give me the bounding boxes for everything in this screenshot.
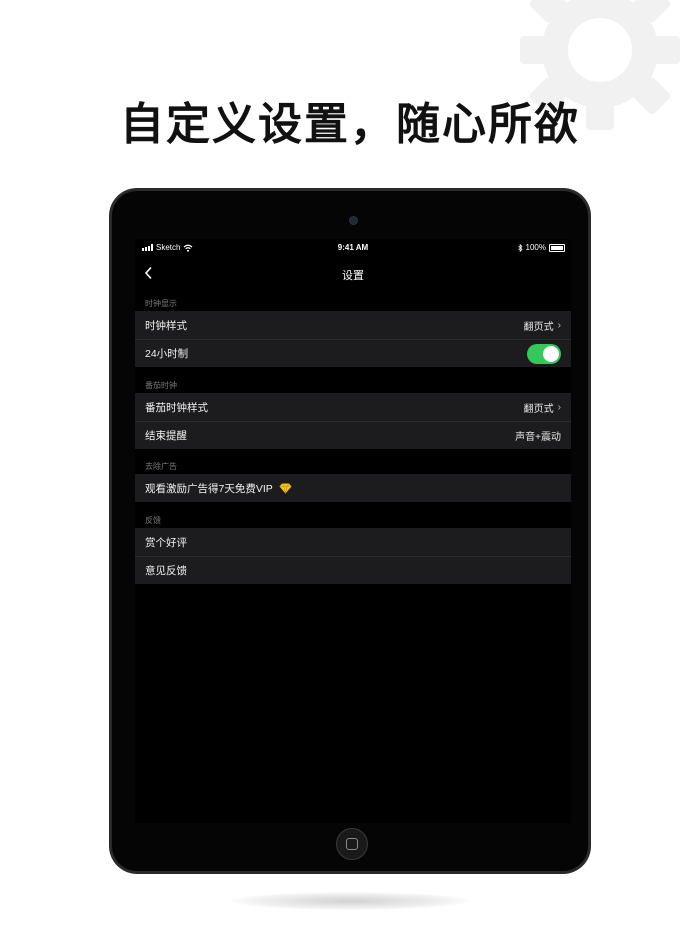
- row-value: 翻页式 ›: [524, 318, 561, 333]
- group-feedback: 赏个好评 意见反馈: [135, 528, 571, 584]
- row-watch-ad-vip[interactable]: 观看激励广告得7天免费VIP: [135, 474, 571, 502]
- row-clock-style[interactable]: 时钟样式 翻页式 ›: [135, 311, 571, 339]
- row-label: 观看激励广告得7天免费VIP: [145, 482, 273, 495]
- section-header-feedback: 反馈: [145, 516, 161, 525]
- home-square-icon: [346, 838, 358, 850]
- status-time: 9:41 AM: [337, 243, 369, 252]
- end-reminder-value: 声音+震动: [515, 432, 561, 443]
- status-bar: Sketch 9:41 AM 100%: [135, 243, 571, 257]
- page-title: 设置: [342, 270, 364, 282]
- battery-percent: 100%: [525, 243, 546, 252]
- chevron-right-icon: ›: [557, 319, 561, 331]
- nav-bar: 设置: [135, 263, 571, 283]
- row-end-reminder[interactable]: 结束提醒 声音+震动: [135, 421, 571, 449]
- section-header-remove-ads: 去除广告: [145, 462, 177, 471]
- section-header-clock: 时钟显示: [145, 299, 177, 308]
- toggle-knob: [543, 345, 559, 362]
- toggle-24-hour[interactable]: [527, 343, 561, 364]
- row-value: 翻页式 ›: [524, 400, 561, 415]
- tablet-frame: Sketch 9:41 AM 100% 设置 时钟显示 时钟样式 翻页式 › 2…: [109, 188, 591, 874]
- row-label: 赏个好评: [145, 536, 187, 549]
- row-pomodoro-style[interactable]: 番茄时钟样式 翻页式 ›: [135, 393, 571, 421]
- status-right: 100%: [517, 243, 565, 252]
- bluetooth-icon: [517, 243, 523, 252]
- headline: 自定义设置，随心所欲: [120, 99, 580, 150]
- clock-style-value: 翻页式: [523, 321, 554, 333]
- row-label: 时钟样式: [145, 319, 187, 332]
- row-feedback[interactable]: 意见反馈: [135, 556, 571, 584]
- chevron-right-icon: ›: [557, 401, 561, 413]
- row-24-hour: 24小时制: [135, 339, 571, 367]
- row-label: 结束提醒: [145, 430, 187, 442]
- home-button[interactable]: [336, 828, 368, 860]
- group-pomodoro: 番茄时钟样式 翻页式 › 结束提醒 声音+震动: [135, 393, 571, 449]
- device-shadow: [232, 892, 468, 910]
- row-label: 番茄时钟样式: [145, 401, 208, 414]
- row-label: 24小时制: [145, 348, 189, 360]
- row-label: 意见反馈: [145, 565, 187, 577]
- row-rate-app[interactable]: 赏个好评: [135, 528, 571, 556]
- battery-icon: [549, 243, 565, 252]
- group-clock: 时钟样式 翻页式 › 24小时制: [135, 311, 571, 367]
- section-header-pomodoro: 番茄时钟: [145, 381, 177, 390]
- app-screen: Sketch 9:41 AM 100% 设置 时钟显示 时钟样式 翻页式 › 2…: [135, 239, 571, 823]
- pomodoro-style-value: 翻页式: [523, 403, 554, 415]
- camera-icon: [349, 216, 358, 225]
- tablet-bezel: Sketch 9:41 AM 100% 设置 时钟显示 时钟样式 翻页式 › 2…: [112, 191, 588, 871]
- diamond-icon: [279, 482, 292, 494]
- group-remove-ads: 观看激励广告得7天免费VIP: [135, 474, 571, 502]
